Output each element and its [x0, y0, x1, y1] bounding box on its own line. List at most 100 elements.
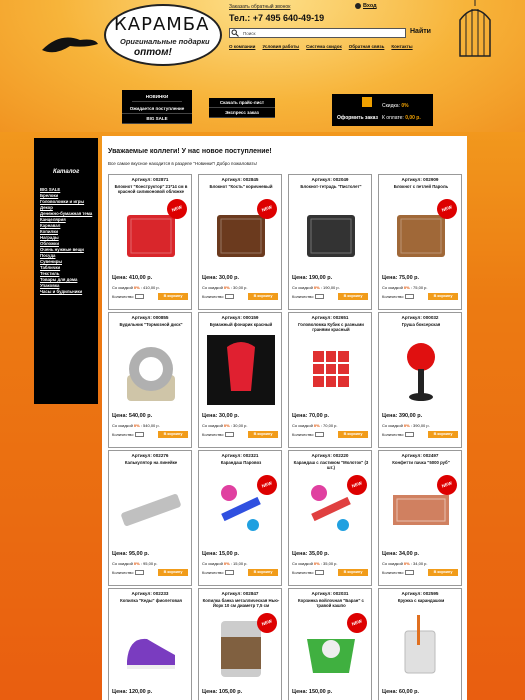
- quantity-input[interactable]: [135, 570, 145, 575]
- product-name[interactable]: Копилка банка металлическая Нью-Йорк 10 …: [202, 598, 280, 608]
- product-name[interactable]: Копилка "Кеды" фиолетовая: [112, 598, 190, 603]
- product-card[interactable]: Артикул: 002220 Карандаш с ластиком "Мол…: [288, 450, 372, 586]
- quantity-input[interactable]: [405, 570, 415, 575]
- product-card[interactable]: Артикул: 000855 Будильник "Тормозной дис…: [108, 312, 192, 448]
- product-price: Цена: 540,00 р.: [112, 413, 153, 419]
- quantity-input[interactable]: [405, 432, 415, 437]
- cube-icon[interactable]: [297, 335, 365, 405]
- product-name[interactable]: Конфетти пачка "5000 руб": [382, 460, 460, 465]
- product-card[interactable]: Артикул: 002845 Блокнот "Кость" коричнев…: [198, 174, 282, 310]
- product-article: Артикул: 002049: [311, 177, 349, 182]
- mug-icon[interactable]: [387, 611, 455, 681]
- birdcage-icon: [459, 0, 491, 57]
- quantity-input[interactable]: [135, 294, 145, 299]
- product-article: Артикул: 002595: [401, 591, 439, 596]
- product-card[interactable]: Артикул: 000159 Бумажный фонарик красный…: [198, 312, 282, 448]
- nav-feedback[interactable]: Обратная связь: [349, 44, 385, 49]
- product-name[interactable]: Груша боксерская: [382, 322, 460, 327]
- lantern-icon[interactable]: [207, 335, 275, 405]
- product-card[interactable]: Артикул: 002847 Копилка банка металличес…: [198, 588, 282, 700]
- quantity-input[interactable]: [315, 294, 325, 299]
- quantity-input[interactable]: [225, 432, 235, 437]
- product-article: Артикул: 002233: [131, 591, 169, 596]
- product-price: Цена: 34,00 р.: [382, 551, 420, 557]
- cart-widget: Оформить заказ Скидка: 0% К оплате: 0,00…: [332, 94, 433, 126]
- promo-new[interactable]: НОВИНКИ: [132, 92, 182, 102]
- add-to-cart-button[interactable]: В корзину: [158, 569, 188, 576]
- product-card[interactable]: Артикул: 002276 Калькулятор на линейке Ц…: [108, 450, 192, 586]
- quantity-field: Количество: [292, 432, 325, 437]
- nav-contacts[interactable]: Контакты: [391, 44, 412, 49]
- product-name[interactable]: Будильник "Тормозной диск": [112, 322, 190, 327]
- add-to-cart-button[interactable]: В корзину: [338, 569, 368, 576]
- quantity-input[interactable]: [315, 570, 325, 575]
- sneaker-icon[interactable]: [117, 611, 185, 681]
- promo-expected[interactable]: Ожидается поступление: [122, 104, 192, 114]
- product-card[interactable]: Артикул: 002651 Головоломка Кубик с разн…: [288, 312, 372, 448]
- quantity-input[interactable]: [225, 294, 235, 299]
- add-to-cart-button[interactable]: В корзину: [338, 431, 368, 438]
- product-name[interactable]: Корзинка войлочная "Баран" с травой кашп…: [292, 598, 370, 608]
- express-order[interactable]: Экспресс заказ: [209, 108, 275, 118]
- product-article: Артикул: 002845: [221, 177, 259, 182]
- quantity-field: Количество: [202, 294, 235, 299]
- add-to-cart-button[interactable]: В корзину: [338, 293, 368, 300]
- product-name[interactable]: Блокнот с петлей Пароль: [382, 184, 460, 189]
- nav-terms[interactable]: Условия работы: [262, 44, 299, 49]
- quantity-input[interactable]: [225, 570, 235, 575]
- product-card[interactable]: Артикул: 000032 Груша боксерская Цена: 3…: [378, 312, 462, 448]
- quantity-input[interactable]: [315, 432, 325, 437]
- product-name[interactable]: Блокнот-тетрадь "Пистолет": [292, 184, 370, 189]
- cart-discount-value: 0%: [401, 103, 409, 109]
- login-link[interactable]: Вход: [355, 3, 377, 9]
- product-name[interactable]: Блокнот "Конструктор" 21*14 см в красной…: [112, 184, 190, 194]
- download-price-list[interactable]: Скачать прайс-лист: [209, 98, 275, 108]
- product-name[interactable]: Калькулятор на линейке: [112, 460, 190, 465]
- product-card[interactable]: Артикул: 002909 Блокнот с петлей Пароль …: [378, 174, 462, 310]
- product-card[interactable]: Артикул: 002321 Карандаш Паровоз NEW Цен…: [198, 450, 282, 586]
- product-name[interactable]: Блокнот "Кость" коричневый: [202, 184, 280, 189]
- product-card[interactable]: Артикул: 002595 Кружка с карандашом Цена…: [378, 588, 462, 700]
- product-card[interactable]: Артикул: 002233 Копилка "Кеды" фиолетова…: [108, 588, 192, 700]
- search-button[interactable]: Найти: [410, 28, 431, 35]
- search-input[interactable]: Поиск: [229, 28, 406, 38]
- product-name[interactable]: Карандаш с ластиком "Молоток" (3 шт.): [292, 460, 370, 470]
- callback-link[interactable]: Заказать обратный звонок: [229, 4, 290, 10]
- cart-total: К оплате: 0,00 р.: [382, 115, 421, 121]
- calculator-icon[interactable]: [117, 473, 185, 543]
- quantity-field: Количество: [382, 432, 415, 437]
- product-card[interactable]: Артикул: 002871 Блокнот "Конструктор" 21…: [108, 174, 192, 310]
- notebook-icon[interactable]: [297, 197, 365, 267]
- product-card[interactable]: Артикул: 002049 Блокнот-тетрадь "Пистоле…: [288, 174, 372, 310]
- punching-bag-icon[interactable]: [387, 335, 455, 405]
- quantity-field: Количество: [292, 570, 325, 575]
- top-nav: О компании Условия работы Система скидок…: [229, 44, 413, 49]
- product-card[interactable]: Артикул: 002031 Корзинка войлочная "Бара…: [288, 588, 372, 700]
- product-name[interactable]: Карандаш Паровоз: [202, 460, 280, 465]
- product-article: Артикул: 000855: [131, 315, 169, 320]
- product-discount: Со скидкой 0% : 34,00 р.: [382, 561, 428, 566]
- quantity-input[interactable]: [135, 432, 145, 437]
- add-to-cart-button[interactable]: В корзину: [428, 293, 458, 300]
- promo-big-sale[interactable]: BIG SALE: [122, 114, 192, 124]
- product-card[interactable]: Артикул: 002497 Конфетти пачка "5000 руб…: [378, 450, 462, 586]
- product-article: Артикул: 002871: [131, 177, 169, 182]
- add-to-cart-button[interactable]: В корзину: [428, 431, 458, 438]
- quantity-input[interactable]: [405, 294, 415, 299]
- add-to-cart-button[interactable]: В корзину: [248, 569, 278, 576]
- product-name[interactable]: Бумажный фонарик красный: [202, 322, 280, 327]
- checkout-button[interactable]: Оформить заказ: [337, 115, 378, 121]
- sidebar-item[interactable]: Часы и будильники: [40, 289, 92, 295]
- clock-icon[interactable]: [117, 335, 185, 405]
- add-to-cart-button[interactable]: В корзину: [428, 569, 458, 576]
- add-to-cart-button[interactable]: В корзину: [158, 431, 188, 438]
- add-to-cart-button[interactable]: В корзину: [248, 293, 278, 300]
- cart-discount: Скидка: 0%: [382, 103, 409, 109]
- nav-about[interactable]: О компании: [229, 44, 255, 49]
- nav-discounts[interactable]: Система скидок: [306, 44, 342, 49]
- site-logo[interactable]: КАРАМБА Оригинальные подарки оптом!: [104, 4, 222, 66]
- add-to-cart-button[interactable]: В корзину: [248, 431, 278, 438]
- product-name[interactable]: Кружка с карандашом: [382, 598, 460, 603]
- add-to-cart-button[interactable]: В корзину: [158, 293, 188, 300]
- product-name[interactable]: Головоломка Кубик с разными гранями крас…: [292, 322, 370, 332]
